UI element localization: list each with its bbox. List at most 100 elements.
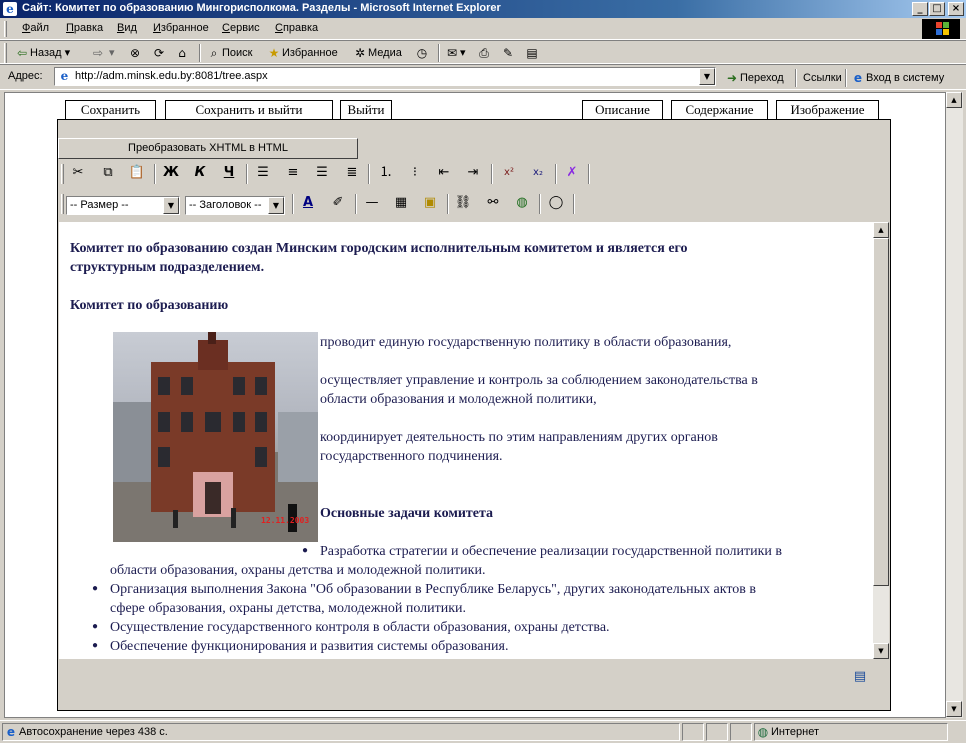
bullet-list-icon[interactable]: ⁝ xyxy=(404,162,426,184)
indent-icon[interactable]: ⇥ xyxy=(462,162,484,184)
paragraph-2-line-2: области образования и молодежной политик… xyxy=(320,392,597,407)
doc-scroll-up-button[interactable]: ▲ xyxy=(873,222,889,238)
heading-dropdown-button[interactable]: ▼ xyxy=(268,197,284,214)
insert-table-icon[interactable]: ▦ xyxy=(390,192,412,214)
menu-tools[interactable]: Сервис xyxy=(222,22,260,34)
status-cell xyxy=(730,723,752,741)
search-button[interactable]: ⌕ Поиск xyxy=(206,45,253,61)
address-toolbar: Адрес: e http://adm.minsk.edu.by:8081/tr… xyxy=(0,64,966,90)
bold-button[interactable]: Ж xyxy=(160,162,182,184)
tab-description[interactable]: Описание xyxy=(582,100,663,120)
windows-flag-icon xyxy=(922,19,960,39)
building-illustration xyxy=(113,332,318,542)
scroll-down-button[interactable]: ▼ xyxy=(946,701,962,717)
save-button[interactable]: Сохранить xyxy=(65,100,156,120)
toolbar-separator xyxy=(355,194,357,214)
back-button[interactable]: ⇦ Назад ▾ xyxy=(14,45,70,61)
align-center-icon[interactable]: ≡ xyxy=(282,162,304,184)
doc-scroll-thumb[interactable] xyxy=(873,238,889,586)
mail-icon: ✉ xyxy=(446,46,458,60)
address-input[interactable]: e http://adm.minsk.edu.by:8081/tree.aspx… xyxy=(54,67,716,86)
convert-xhtml-button[interactable]: Преобразовать XHTML в HTML xyxy=(58,138,358,159)
stop-button[interactable]: ⊗ xyxy=(127,45,143,61)
document-scrollbar[interactable]: ▲ ▼ xyxy=(873,222,889,659)
media-label: Медиа xyxy=(368,47,402,59)
horizontal-rule-icon[interactable]: — xyxy=(361,192,383,214)
address-dropdown-button[interactable]: ▼ xyxy=(699,68,715,85)
format-toolbar: ✂ ⧉ 📋 Ж К Ч ☰ ≡ ☰ ≣ ⒈ ⁝ ⇤ ⇥ x² x₂ ✗ xyxy=(58,162,618,188)
insert-image-icon[interactable]: ▣ xyxy=(419,192,441,214)
scroll-up-button[interactable]: ▲ xyxy=(946,92,962,108)
toolbar-separator xyxy=(447,194,449,214)
list-bullet: ● xyxy=(92,621,99,632)
print-button[interactable]: ⎙ xyxy=(476,45,492,61)
paragraph-1: проводит единую государственную политику… xyxy=(320,335,732,350)
menu-file[interactable]: Файл xyxy=(22,22,49,34)
subscript-button[interactable]: x₂ xyxy=(527,162,549,184)
menu-view[interactable]: Вид xyxy=(117,22,137,34)
paste-icon[interactable]: 📋 xyxy=(126,162,148,184)
security-zone: Интернет xyxy=(771,726,819,738)
insert-link-icon[interactable]: ⛓ xyxy=(452,192,474,214)
tab-content[interactable]: Содержание xyxy=(671,100,768,121)
align-left-icon[interactable]: ☰ xyxy=(252,162,274,184)
maximize-button[interactable]: □ xyxy=(929,2,945,16)
font-size-select[interactable]: -- Размер -- ▼ xyxy=(66,196,180,215)
edit-page-button[interactable]: ✎ xyxy=(500,45,516,61)
align-right-icon[interactable]: ☰ xyxy=(311,162,333,184)
web-link-icon[interactable]: ◍ xyxy=(511,192,533,214)
font-size-dropdown-button[interactable]: ▼ xyxy=(163,197,179,214)
mail-button[interactable]: ✉ ▾ xyxy=(444,45,466,61)
document-editor[interactable]: Комитет по образованию создан Минским го… xyxy=(59,222,873,659)
tab-image[interactable]: Изображение xyxy=(776,100,879,120)
page-scrollbar[interactable]: ▲ ▼ xyxy=(946,92,963,718)
remove-link-icon[interactable]: ⚯ xyxy=(482,192,504,214)
save-and-exit-button[interactable]: Сохранить и выйти xyxy=(165,100,333,120)
navigation-toolbar: ⇦ Назад ▾ ⇨ ▾ ⊗ ⟳ ⌂ ⌕ Поиск ★ Избранное ✲ Ме… xyxy=(0,40,966,64)
highlight-icon[interactable]: ✐ xyxy=(327,192,349,214)
outdent-icon[interactable]: ⇤ xyxy=(433,162,455,184)
page-status-icon: e xyxy=(6,725,16,739)
forward-button[interactable]: ⇨ ▾ xyxy=(90,45,115,61)
status-cell xyxy=(706,723,728,741)
media-button[interactable]: ✲ Медиа xyxy=(352,45,402,61)
clear-format-icon[interactable]: ✗ xyxy=(561,162,583,184)
discuss-button[interactable]: ▤ xyxy=(524,45,540,61)
toolbar-separator xyxy=(491,164,493,184)
go-button[interactable]: ➜ Переход xyxy=(724,70,784,86)
menu-help[interactable]: Справка xyxy=(275,22,318,34)
menu-grip xyxy=(4,21,7,37)
close-button[interactable]: × xyxy=(948,2,964,16)
toolbar-separator xyxy=(845,69,847,87)
doc-scroll-down-button[interactable]: ▼ xyxy=(873,643,889,659)
font-color-icon[interactable]: A xyxy=(297,192,319,214)
underline-button[interactable]: Ч xyxy=(218,162,240,184)
links-button[interactable]: Ссылки xyxy=(803,70,842,86)
exit-button[interactable]: Выйти xyxy=(340,100,392,120)
cut-icon[interactable]: ✂ xyxy=(67,162,89,184)
menu-favorites[interactable]: Избранное xyxy=(153,22,209,34)
heading-select[interactable]: -- Заголовок -- ▼ xyxy=(185,196,285,215)
paragraph-3-line-1: координирует деятельность по этим направ… xyxy=(320,430,718,445)
window-title-bar: e Сайт: Комитет по образованию Мингорисп… xyxy=(0,0,966,18)
status-message-cell: e Автосохранение через 438 с. xyxy=(2,723,680,741)
copy-icon[interactable]: ⧉ xyxy=(97,162,119,184)
menu-edit[interactable]: Правка xyxy=(66,22,103,34)
back-arrow-icon: ⇦ xyxy=(16,46,28,60)
minimize-button[interactable]: _ xyxy=(912,2,928,16)
history-button[interactable]: ◷ xyxy=(414,45,430,61)
home-button[interactable]: ⌂ xyxy=(174,45,190,61)
favorites-button[interactable]: ★ Избранное xyxy=(266,45,338,61)
refresh-button[interactable]: ⟳ xyxy=(151,45,167,61)
task-4-line-1: Обеспечение функционирования и развития … xyxy=(110,639,509,654)
shapes-icon[interactable]: ◯ xyxy=(545,192,567,214)
address-label: Адрес: xyxy=(8,70,43,82)
align-justify-icon[interactable]: ≣ xyxy=(341,162,363,184)
html-source-icon[interactable]: ▤ xyxy=(849,666,871,688)
toolbar-separator xyxy=(539,194,541,214)
numbered-list-icon[interactable]: ⒈ xyxy=(375,162,397,184)
login-link[interactable]: e Вход в систему xyxy=(850,70,944,86)
italic-button[interactable]: К xyxy=(189,162,211,184)
superscript-button[interactable]: x² xyxy=(498,162,520,184)
font-size-value: -- Размер -- xyxy=(70,199,129,211)
